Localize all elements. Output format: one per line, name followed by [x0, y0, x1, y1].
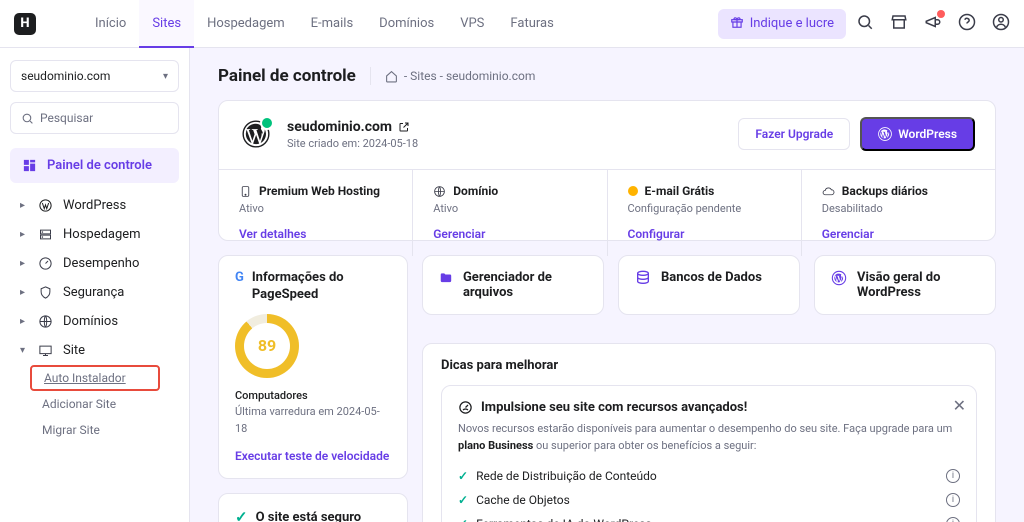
nav-tab-início[interactable]: Início: [82, 0, 139, 48]
domain-selector-value: seudominio.com: [21, 69, 110, 83]
service-e-mail-grátis: E-mail GrátisConfiguração pendenteConfig…: [608, 170, 802, 256]
pagespeed-score: 89: [244, 323, 290, 369]
page-title: Painel de controle: [218, 66, 356, 86]
sidebar-sub-auto-instalador[interactable]: Auto Instalador: [30, 365, 160, 391]
service-premium-web-hosting: Premium Web HostingAtivoVer detalhes: [219, 170, 413, 256]
domain-selector[interactable]: seudominio.com ▾: [10, 60, 179, 92]
nav-tab-e-mails[interactable]: E-mails: [298, 0, 367, 48]
tip-item: Ferramentas de IA do WordPressi: [458, 512, 960, 522]
databases-tile[interactable]: Bancos de Dados: [618, 255, 800, 315]
main-area: Painel de controle - Sites - seudominio.…: [190, 48, 1024, 522]
sidebar: seudominio.com ▾ Pesquisar Painel de con…: [0, 48, 190, 522]
sidebar-control-panel[interactable]: Painel de controle: [10, 148, 179, 183]
store-icon[interactable]: [890, 13, 908, 35]
pagespeed-run-button[interactable]: Executar teste de velocidade: [235, 449, 389, 463]
site-overview-card: seudominio.com Site criado em: 2024-05-1…: [218, 100, 996, 241]
help-icon[interactable]: [958, 13, 976, 35]
nav-tab-hospedagem[interactable]: Hospedagem: [194, 0, 298, 48]
wordpress-icon: [831, 270, 847, 290]
sidebar-item-desempenho[interactable]: ▸Desempenho: [10, 249, 179, 278]
wordpress-icon: [239, 117, 273, 151]
wordpress-button[interactable]: WordPress: [860, 117, 975, 151]
account-icon[interactable]: [992, 13, 1010, 35]
tips-heading: Dicas para melhorar: [441, 358, 977, 373]
service-domínio: DomínioAtivoGerenciar: [413, 170, 607, 256]
tip-item: Cache de Objetosi: [458, 488, 960, 512]
sidebar-sub-migrar-site[interactable]: Migrar Site: [10, 417, 179, 443]
tip-description: Novos recursos estarão disponíveis para …: [458, 421, 960, 454]
folder-icon: [439, 270, 453, 286]
pagespeed-gauge: 89: [235, 314, 299, 378]
nav-tab-domínios[interactable]: Domínios: [366, 0, 447, 48]
site-name: seudominio.com: [287, 119, 418, 135]
sidebar-item-hospedagem[interactable]: ▸Hospedagem: [10, 220, 179, 249]
pagespeed-title: Informações do PageSpeed: [252, 270, 391, 304]
service-backups-diários: Backups diáriosDesabilitadoGerenciar: [802, 170, 995, 256]
home-icon: [385, 70, 398, 83]
sidebar-item-segurança[interactable]: ▸Segurança: [10, 278, 179, 307]
service-action[interactable]: Configurar: [628, 227, 685, 241]
security-card[interactable]: O site está seguro Nenhum malware encont…: [218, 493, 408, 522]
pagespeed-tile[interactable]: G Informações do PageSpeed 89 Computador…: [218, 255, 408, 479]
service-action[interactable]: Gerenciar: [433, 227, 485, 241]
search-icon[interactable]: [856, 13, 874, 35]
referral-cta[interactable]: Indique e lucre: [718, 9, 846, 39]
gift-icon: [730, 15, 744, 33]
sidebar-search[interactable]: Pesquisar: [10, 102, 179, 134]
service-action[interactable]: Ver detalhes: [239, 227, 306, 241]
sidebar-sub-adicionar-site[interactable]: Adicionar Site: [10, 391, 179, 417]
upgrade-button[interactable]: Fazer Upgrade: [738, 118, 850, 150]
info-icon[interactable]: i: [946, 493, 960, 507]
google-icon: G: [235, 270, 244, 287]
external-link-icon[interactable]: [398, 121, 410, 133]
announcement-icon[interactable]: [924, 13, 942, 35]
database-icon: [635, 270, 651, 286]
pagespeed-lastscan: Última varredura em 2024-05-18: [235, 404, 391, 437]
tip-item: Rede de Distribuição de Conteúdoi: [458, 464, 960, 488]
service-action[interactable]: Gerenciar: [822, 227, 874, 241]
info-icon[interactable]: i: [946, 517, 960, 522]
sidebar-item-site[interactable]: ▾Site: [10, 336, 179, 365]
search-placeholder: Pesquisar: [40, 111, 93, 125]
referral-label: Indique e lucre: [750, 16, 834, 31]
tip-title: Impulsione seu site com recursos avançad…: [481, 400, 747, 415]
control-panel-label: Painel de controle: [47, 158, 152, 173]
breadcrumb: - Sites - seudominio.com: [385, 69, 536, 83]
improvement-tips-card: Dicas para melhorar ✕ Impulsione seu sit…: [422, 343, 996, 522]
info-icon[interactable]: i: [946, 469, 960, 483]
close-icon[interactable]: ✕: [953, 396, 966, 415]
chevron-down-icon: ▾: [163, 71, 168, 82]
nav-tab-vps[interactable]: VPS: [447, 0, 497, 48]
tip-upgrade: ✕ Impulsione seu site com recursos avanç…: [441, 385, 977, 522]
top-nav: H InícioSitesHospedagemE-mailsDomíniosVP…: [0, 0, 1024, 48]
pagespeed-device: Computadores: [235, 388, 391, 405]
file-manager-tile[interactable]: Gerenciador de arquivos: [422, 255, 604, 315]
gauge-icon: [458, 400, 473, 415]
site-created-label: Site criado em: 2024-05-18: [287, 137, 418, 150]
sidebar-item-domínios[interactable]: ▸Domínios: [10, 307, 179, 336]
logo[interactable]: H: [14, 13, 36, 35]
wordpress-overview-tile[interactable]: Visão geral do WordPress: [814, 255, 996, 315]
sidebar-item-wordpress[interactable]: ▸WordPress: [10, 191, 179, 220]
nav-tab-sites[interactable]: Sites: [139, 0, 194, 48]
nav-tab-faturas[interactable]: Faturas: [497, 0, 566, 48]
